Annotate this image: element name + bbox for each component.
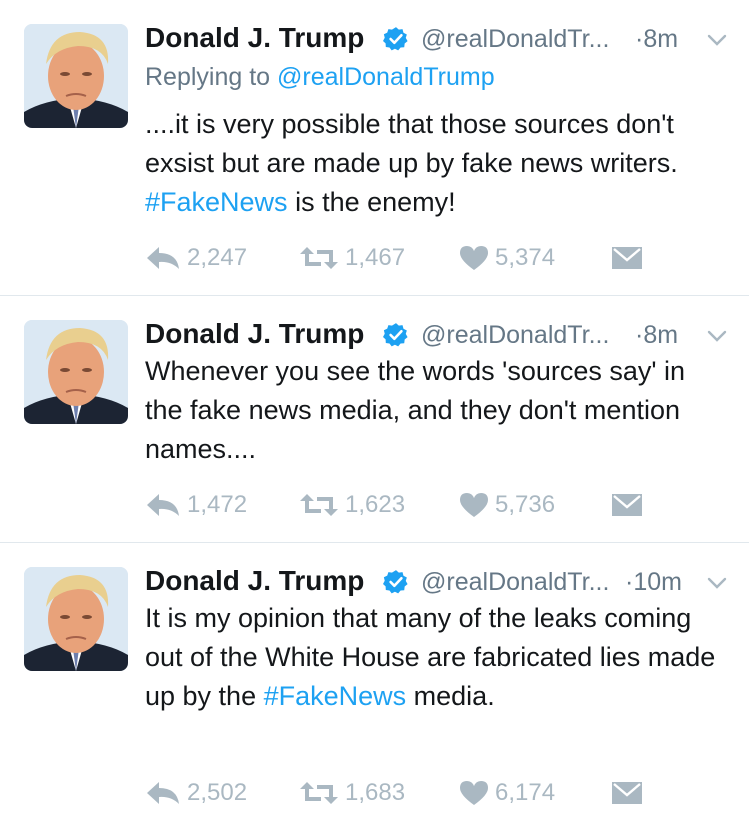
direct-message-icon (612, 782, 642, 804)
verified-badge-icon (383, 27, 408, 51)
like-count: 5,374 (495, 244, 556, 271)
direct-message-button[interactable] (611, 487, 649, 523)
like-heart-icon (460, 246, 488, 270)
avatar[interactable] (24, 24, 128, 128)
tweet-text-part: is the enemy! (287, 187, 456, 217)
tweet-text: ....it is very possible that those sourc… (145, 105, 730, 222)
like-count: 5,736 (495, 491, 556, 518)
like-heart-icon (460, 781, 488, 805)
reply-icon (147, 494, 179, 516)
tweet-text: Whenever you see the words 'sources say'… (145, 356, 686, 464)
retweet-icon (300, 782, 338, 804)
retweet-count: 1,683 (345, 779, 406, 806)
tweet-actions: 1,472 1,623 5,736 (145, 487, 665, 523)
timestamp[interactable]: ·10m (625, 568, 682, 597)
retweet-count: 1,623 (345, 491, 406, 518)
retweet-count: 1,467 (345, 244, 406, 271)
user-handle[interactable]: @realDonaldTr... (421, 568, 609, 597)
tweet-3[interactable]: Donald J. Trump @realDonaldTr... ·10m It… (0, 543, 749, 817)
reply-button[interactable]: 2,247 (145, 240, 247, 276)
chevron-down-icon[interactable] (705, 571, 729, 595)
retweet-icon (300, 247, 338, 269)
reply-button[interactable]: 2,502 (145, 775, 247, 811)
reply-icon (147, 247, 179, 269)
reply-context: Replying to @realDonaldTrump (145, 63, 495, 92)
tweet-2[interactable]: Donald J. Trump @realDonaldTr... ·8m Whe… (0, 296, 749, 543)
direct-message-button[interactable] (611, 240, 649, 276)
tweet-1[interactable]: Donald J. Trump @realDonaldTr... ·8m Rep… (0, 0, 749, 296)
like-button[interactable]: 5,374 (459, 240, 555, 276)
hashtag-link[interactable]: #FakeNews (145, 187, 288, 217)
display-name[interactable]: Donald J. Trump (145, 565, 364, 597)
hashtag-link[interactable]: #FakeNews (264, 681, 407, 711)
timestamp[interactable]: ·8m (635, 25, 678, 54)
user-handle[interactable]: @realDonaldTr... (421, 25, 609, 54)
retweet-button[interactable]: 1,467 (299, 240, 405, 276)
timestamp[interactable]: ·8m (635, 321, 678, 350)
chevron-down-icon[interactable] (705, 324, 729, 348)
verified-badge-icon (383, 570, 408, 594)
avatar[interactable] (24, 320, 128, 424)
retweet-button[interactable]: 1,623 (299, 487, 405, 523)
display-name[interactable]: Donald J. Trump (145, 22, 364, 54)
user-handle[interactable]: @realDonaldTr... (421, 321, 609, 350)
like-button[interactable]: 5,736 (459, 487, 555, 523)
retweet-icon (300, 494, 338, 516)
direct-message-icon (612, 494, 642, 516)
reply-handle-link[interactable]: @realDonaldTrump (277, 63, 495, 91)
tweet-actions: 2,502 1,683 6,174 (145, 775, 665, 811)
reply-count: 2,247 (187, 244, 248, 271)
reply-prefix: Replying to (145, 63, 278, 91)
tweet-text-part: ....it is very possible that those sourc… (145, 109, 678, 178)
verified-badge-icon (383, 323, 408, 347)
direct-message-icon (612, 247, 642, 269)
like-count: 6,174 (495, 779, 556, 806)
chevron-down-icon[interactable] (705, 28, 729, 52)
like-heart-icon (460, 493, 488, 517)
reply-count: 1,472 (187, 491, 248, 518)
direct-message-button[interactable] (611, 775, 649, 811)
reply-icon (147, 782, 179, 804)
reply-button[interactable]: 1,472 (145, 487, 247, 523)
display-name[interactable]: Donald J. Trump (145, 318, 364, 350)
retweet-button[interactable]: 1,683 (299, 775, 405, 811)
reply-count: 2,502 (187, 779, 248, 806)
avatar[interactable] (24, 567, 128, 671)
tweet-text: It is my opinion that many of the leaks … (145, 599, 730, 716)
tweet-text-part: media. (406, 681, 495, 711)
tweet-actions: 2,247 1,467 5,374 (145, 240, 665, 276)
like-button[interactable]: 6,174 (459, 775, 555, 811)
